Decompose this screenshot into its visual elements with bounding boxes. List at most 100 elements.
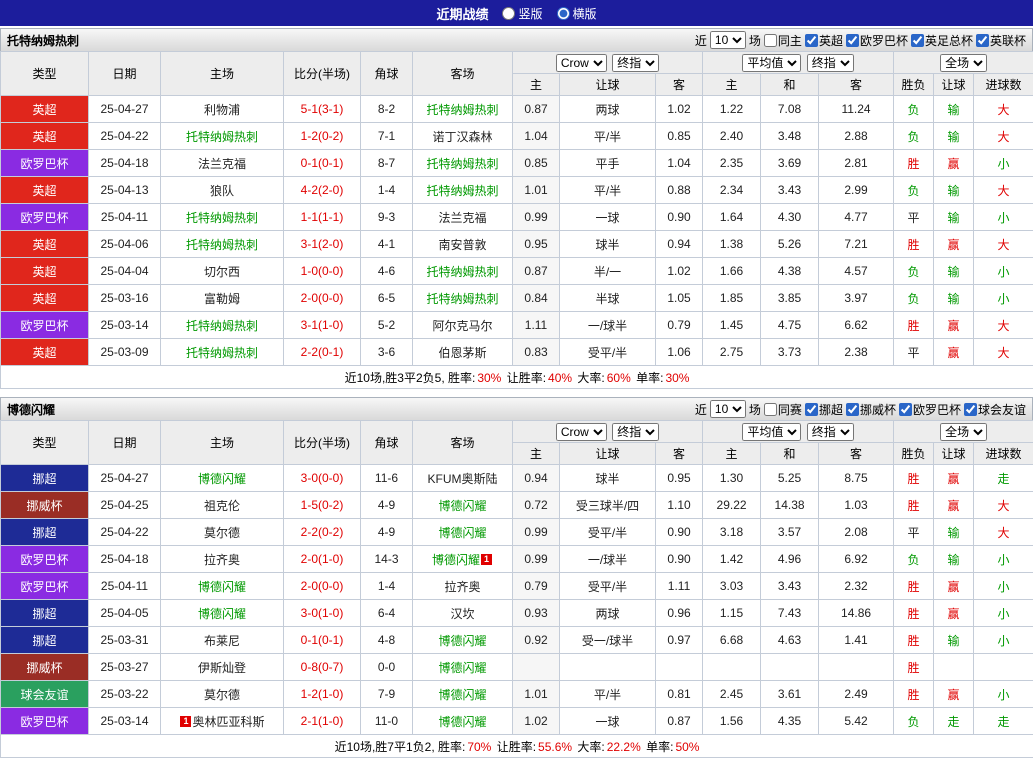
home-team[interactable]: 布莱尼: [161, 627, 284, 654]
match-score[interactable]: 0-8(0-7): [284, 654, 361, 681]
match-score[interactable]: 2-2(0-1): [284, 339, 361, 366]
away-team[interactable]: 拉齐奥: [413, 573, 513, 600]
away-team[interactable]: 汉坎: [413, 600, 513, 627]
team-name: 莫尔德: [204, 688, 240, 702]
away-team[interactable]: 博德闪耀: [413, 627, 513, 654]
home-team[interactable]: 富勒姆: [161, 285, 284, 312]
league-checkbox[interactable]: [976, 34, 989, 47]
home-team[interactable]: 伊斯灿登: [161, 654, 284, 681]
league-checkbox[interactable]: [964, 403, 977, 416]
match-score[interactable]: 2-2(0-2): [284, 519, 361, 546]
league-filter-3[interactable]: 英联杯: [976, 32, 1026, 49]
match-score[interactable]: 1-0(0-0): [284, 258, 361, 285]
match-score[interactable]: 2-0(1-0): [284, 546, 361, 573]
away-team[interactable]: 博德闪耀: [413, 681, 513, 708]
scope-select[interactable]: 全场: [940, 54, 987, 72]
away-team[interactable]: 托特纳姆热刺: [413, 285, 513, 312]
league-filter-0[interactable]: 挪超: [805, 401, 843, 418]
away-team[interactable]: 伯恩茅斯: [413, 339, 513, 366]
home-team[interactable]: 法兰克福: [161, 150, 284, 177]
match-score[interactable]: 2-0(0-0): [284, 285, 361, 312]
average-select[interactable]: 平均值: [742, 423, 801, 441]
match-count-select[interactable]: 10: [710, 31, 746, 49]
league-checkbox[interactable]: [899, 403, 912, 416]
match-score[interactable]: 1-2(0-2): [284, 123, 361, 150]
match-score[interactable]: 0-1(0-1): [284, 627, 361, 654]
away-team[interactable]: 诺丁汉森林: [413, 123, 513, 150]
away-team[interactable]: 法兰克福: [413, 204, 513, 231]
match-score[interactable]: 4-2(2-0): [284, 177, 361, 204]
away-team[interactable]: 博德闪耀: [413, 708, 513, 735]
team-name: 博德闪耀: [198, 580, 246, 594]
bookmaker-select[interactable]: Crow: [556, 423, 607, 441]
match-score[interactable]: 1-5(0-2): [284, 492, 361, 519]
away-team[interactable]: 博德闪耀: [413, 492, 513, 519]
match-score[interactable]: 2-1(1-0): [284, 708, 361, 735]
match-score[interactable]: 3-0(1-0): [284, 600, 361, 627]
league-checkbox[interactable]: [846, 403, 859, 416]
bookmaker-select[interactable]: Crow: [556, 54, 607, 72]
vertical-radio[interactable]: [502, 7, 515, 20]
home-team[interactable]: 托特纳姆热刺: [161, 204, 284, 231]
corner-score: 8-2: [361, 96, 413, 123]
away-team[interactable]: 博德闪耀: [413, 519, 513, 546]
result-winloss: 胜: [894, 150, 934, 177]
away-team[interactable]: 南安普敦: [413, 231, 513, 258]
league-checkbox[interactable]: [846, 34, 859, 47]
away-team[interactable]: 托特纳姆热刺: [413, 258, 513, 285]
league-checkbox[interactable]: [911, 34, 924, 47]
match-score[interactable]: 3-0(0-0): [284, 465, 361, 492]
same-venue-filter[interactable]: 同主: [764, 32, 802, 49]
away-team[interactable]: 阿尔克马尔: [413, 312, 513, 339]
away-team[interactable]: 托特纳姆热刺: [413, 177, 513, 204]
home-team[interactable]: 博德闪耀: [161, 600, 284, 627]
league-checkbox[interactable]: [805, 403, 818, 416]
match-score[interactable]: 0-1(0-1): [284, 150, 361, 177]
home-team[interactable]: 托特纳姆热刺: [161, 231, 284, 258]
same-venue-checkbox[interactable]: [764, 403, 777, 416]
avg-stage-select[interactable]: 终指: [807, 423, 854, 441]
league-filter-2[interactable]: 欧罗巴杯: [899, 401, 961, 418]
home-team[interactable]: 拉齐奥: [161, 546, 284, 573]
home-team[interactable]: 狼队: [161, 177, 284, 204]
league-filter-2[interactable]: 英足总杯: [911, 32, 973, 49]
avg-stage-select[interactable]: 终指: [807, 54, 854, 72]
away-team[interactable]: 博德闪耀: [413, 654, 513, 681]
match-count-select[interactable]: 10: [710, 400, 746, 418]
average-select[interactable]: 平均值: [742, 54, 801, 72]
home-team[interactable]: 托特纳姆热刺: [161, 123, 284, 150]
home-team[interactable]: 祖克伦: [161, 492, 284, 519]
league-filter-3[interactable]: 球会友谊: [964, 401, 1026, 418]
match-score[interactable]: 1-1(1-1): [284, 204, 361, 231]
home-team[interactable]: 博德闪耀: [161, 573, 284, 600]
layout-horizontal-option[interactable]: 横版: [557, 5, 597, 22]
same-venue-filter[interactable]: 同赛: [764, 401, 802, 418]
match-score[interactable]: 5-1(3-1): [284, 96, 361, 123]
layout-vertical-option[interactable]: 竖版: [502, 5, 542, 22]
league-filter-1[interactable]: 挪威杯: [846, 401, 896, 418]
away-team[interactable]: 托特纳姆热刺: [413, 150, 513, 177]
scope-select[interactable]: 全场: [940, 423, 987, 441]
match-score[interactable]: 1-2(1-0): [284, 681, 361, 708]
home-team[interactable]: 利物浦: [161, 96, 284, 123]
match-score[interactable]: 2-0(0-0): [284, 573, 361, 600]
away-team[interactable]: KFUM奥斯陆: [413, 465, 513, 492]
home-team[interactable]: 博德闪耀: [161, 465, 284, 492]
match-score[interactable]: 3-1(1-0): [284, 312, 361, 339]
horizontal-radio[interactable]: [557, 7, 570, 20]
league-filter-1[interactable]: 欧罗巴杯: [846, 32, 908, 49]
away-team[interactable]: 托特纳姆热刺: [413, 96, 513, 123]
odds-stage-select[interactable]: 终指: [612, 54, 659, 72]
league-filter-0[interactable]: 英超: [805, 32, 843, 49]
away-team[interactable]: 博德闪耀1: [413, 546, 513, 573]
odds-stage-select[interactable]: 终指: [612, 423, 659, 441]
match-score[interactable]: 3-1(2-0): [284, 231, 361, 258]
home-team[interactable]: 莫尔德: [161, 681, 284, 708]
home-team[interactable]: 莫尔德: [161, 519, 284, 546]
home-team[interactable]: 切尔西: [161, 258, 284, 285]
home-team[interactable]: 1奥林匹亚科斯: [161, 708, 284, 735]
home-team[interactable]: 托特纳姆热刺: [161, 312, 284, 339]
home-team[interactable]: 托特纳姆热刺: [161, 339, 284, 366]
league-checkbox[interactable]: [805, 34, 818, 47]
same-venue-checkbox[interactable]: [764, 34, 777, 47]
